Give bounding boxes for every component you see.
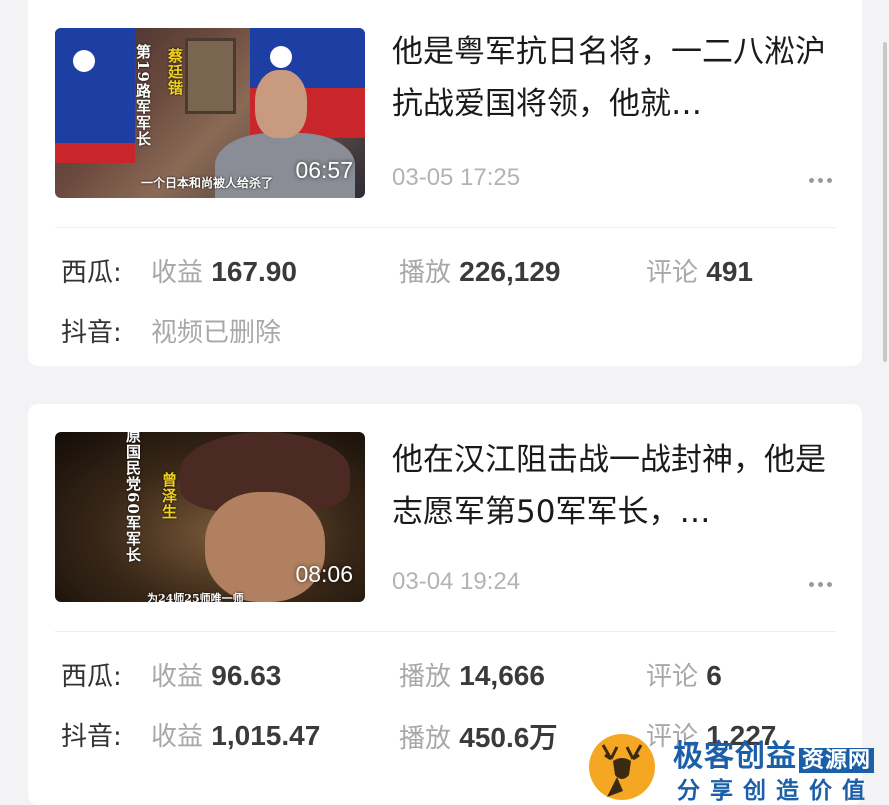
portrait-frame xyxy=(185,38,236,114)
income-stat: 收益 1,015.47 xyxy=(151,720,321,752)
platform-label: 西瓜: xyxy=(61,258,122,288)
comments-stat: 评论 6 xyxy=(646,660,722,692)
more-options-icon[interactable] xyxy=(809,582,832,587)
income-stat: 收益 96.63 xyxy=(151,660,282,692)
income-stat: 收益 167.90 xyxy=(151,256,297,288)
income-value: 96.63 xyxy=(211,660,282,691)
plays-stat: 播放 14,666 xyxy=(399,660,545,692)
thumb-banner-text: 原国民党60军军长 xyxy=(124,432,142,563)
watermark-tag: 资源网 xyxy=(799,747,875,773)
income-value: 1,015.47 xyxy=(211,720,321,751)
video-title[interactable]: 他在汉江阻击战一战封神，他是志愿军第50军军长，… xyxy=(392,434,832,538)
publish-time: 03-04 19:24 xyxy=(392,568,521,595)
platform-label: 抖音: xyxy=(61,722,122,752)
plays-stat: 播放 450.6万 xyxy=(399,722,558,754)
video-duration: 08:06 xyxy=(295,561,353,587)
deer-logo-icon xyxy=(589,734,655,800)
comments-value: 6 xyxy=(706,660,722,691)
deleted-status: 视频已删除 xyxy=(151,318,282,348)
plays-value: 450.6万 xyxy=(459,722,558,753)
watermark: 极客创益 资源网 分享创造价值 xyxy=(583,725,889,805)
platform-label: 抖音: xyxy=(61,318,122,348)
watermark-subtitle: 分享创造价值 xyxy=(677,778,875,804)
video-duration: 06:57 xyxy=(295,157,353,183)
comments-value: 491 xyxy=(706,256,753,287)
thumb-name-text: 蔡廷锴 xyxy=(166,48,184,96)
comments-stat: 评论 491 xyxy=(646,256,753,288)
video-thumbnail[interactable]: 第19路军军长 蔡廷锴 一个日本和尚被人给杀了 06:57 xyxy=(55,28,365,198)
video-thumbnail[interactable]: 原国民党60军军长 曾泽生 为24师25师唯一师 08:06 xyxy=(55,432,365,602)
divider xyxy=(55,227,835,228)
thumb-name-text: 曾泽生 xyxy=(160,472,178,520)
thumb-caption: 为24师25师唯一师 xyxy=(147,592,244,602)
divider xyxy=(55,631,835,632)
plays-stat: 播放 226,129 xyxy=(399,256,561,288)
more-options-icon[interactable] xyxy=(809,178,832,183)
thumb-caption: 一个日本和尚被人给杀了 xyxy=(141,176,274,190)
platform-label: 西瓜: xyxy=(61,662,122,692)
publish-time: 03-05 17:25 xyxy=(392,164,521,191)
plays-value: 14,666 xyxy=(459,660,545,691)
stats-row-xigua: 西瓜: 收益 167.90 播放 226,129 评论 491 xyxy=(61,252,862,292)
person-figure xyxy=(255,70,307,138)
video-card-1[interactable]: 第19路军军长 蔡廷锴 一个日本和尚被人给杀了 06:57 他是粤军抗日名将，一… xyxy=(28,0,862,366)
scrollbar[interactable] xyxy=(883,42,887,362)
income-value: 167.90 xyxy=(211,256,297,287)
stats-row-douyin: 抖音: 视频已删除 xyxy=(61,312,862,352)
flag-decoration xyxy=(55,28,135,143)
video-title[interactable]: 他是粤军抗日名将，一二八淞沪抗战爱国将领，他就… xyxy=(392,26,832,130)
watermark-title: 极客创益 资源网 xyxy=(673,731,875,775)
stats-row-xigua: 西瓜: 收益 96.63 播放 14,666 评论 6 xyxy=(61,656,862,696)
thumb-banner-text: 第19路军军长 xyxy=(134,44,152,147)
plays-value: 226,129 xyxy=(459,256,561,287)
